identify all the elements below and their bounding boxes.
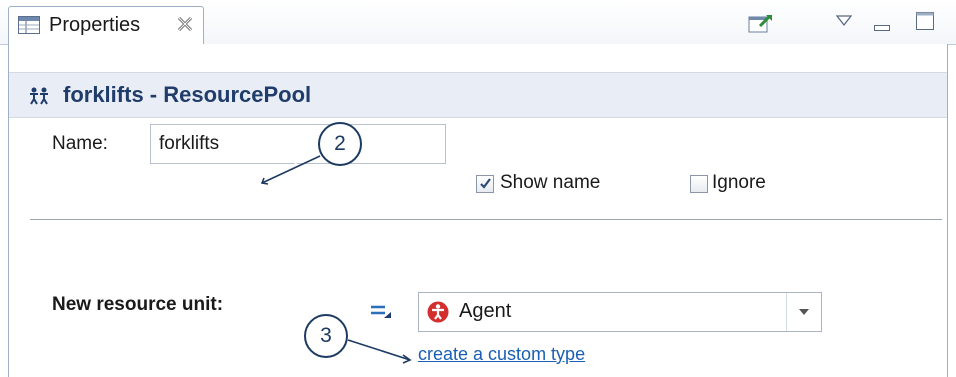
create-custom-type-link[interactable]: create a custom type [418,344,585,365]
view-menu-icon[interactable] [835,14,853,27]
name-field[interactable] [150,124,446,164]
chevron-down-icon [799,309,809,315]
minimize-icon[interactable] [874,18,890,31]
static-value-icon[interactable] [370,303,392,319]
tab-properties[interactable]: Properties [8,6,204,44]
properties-icon [18,16,40,34]
close-icon[interactable] [175,14,195,34]
view-tab-bar: Properties [0,0,956,45]
resource-unit-select[interactable]: Agent [418,292,822,332]
callout-3: 3 [304,314,348,358]
pin-icon[interactable] [748,12,774,34]
show-name-checkbox[interactable] [476,175,494,193]
tab-label: Properties [49,14,141,36]
ignore-label: Ignore [712,172,766,193]
page-title: forklifts - ResourcePool [63,82,312,107]
show-name-label: Show name [500,172,601,193]
callout-2: 2 [318,122,362,166]
properties-header: forklifts - ResourcePool [9,72,947,118]
new-resource-unit-label: New resource unit: [52,294,224,315]
agent-icon [427,301,449,323]
checkmark-icon [480,178,491,189]
maximize-icon[interactable] [916,12,934,30]
name-label: Name: [52,133,108,154]
section-divider [30,219,942,220]
resource-unit-value: Agent [459,300,512,322]
resource-pool-icon [29,87,55,105]
ignore-checkbox[interactable] [690,175,708,193]
dropdown-button[interactable] [786,293,821,331]
